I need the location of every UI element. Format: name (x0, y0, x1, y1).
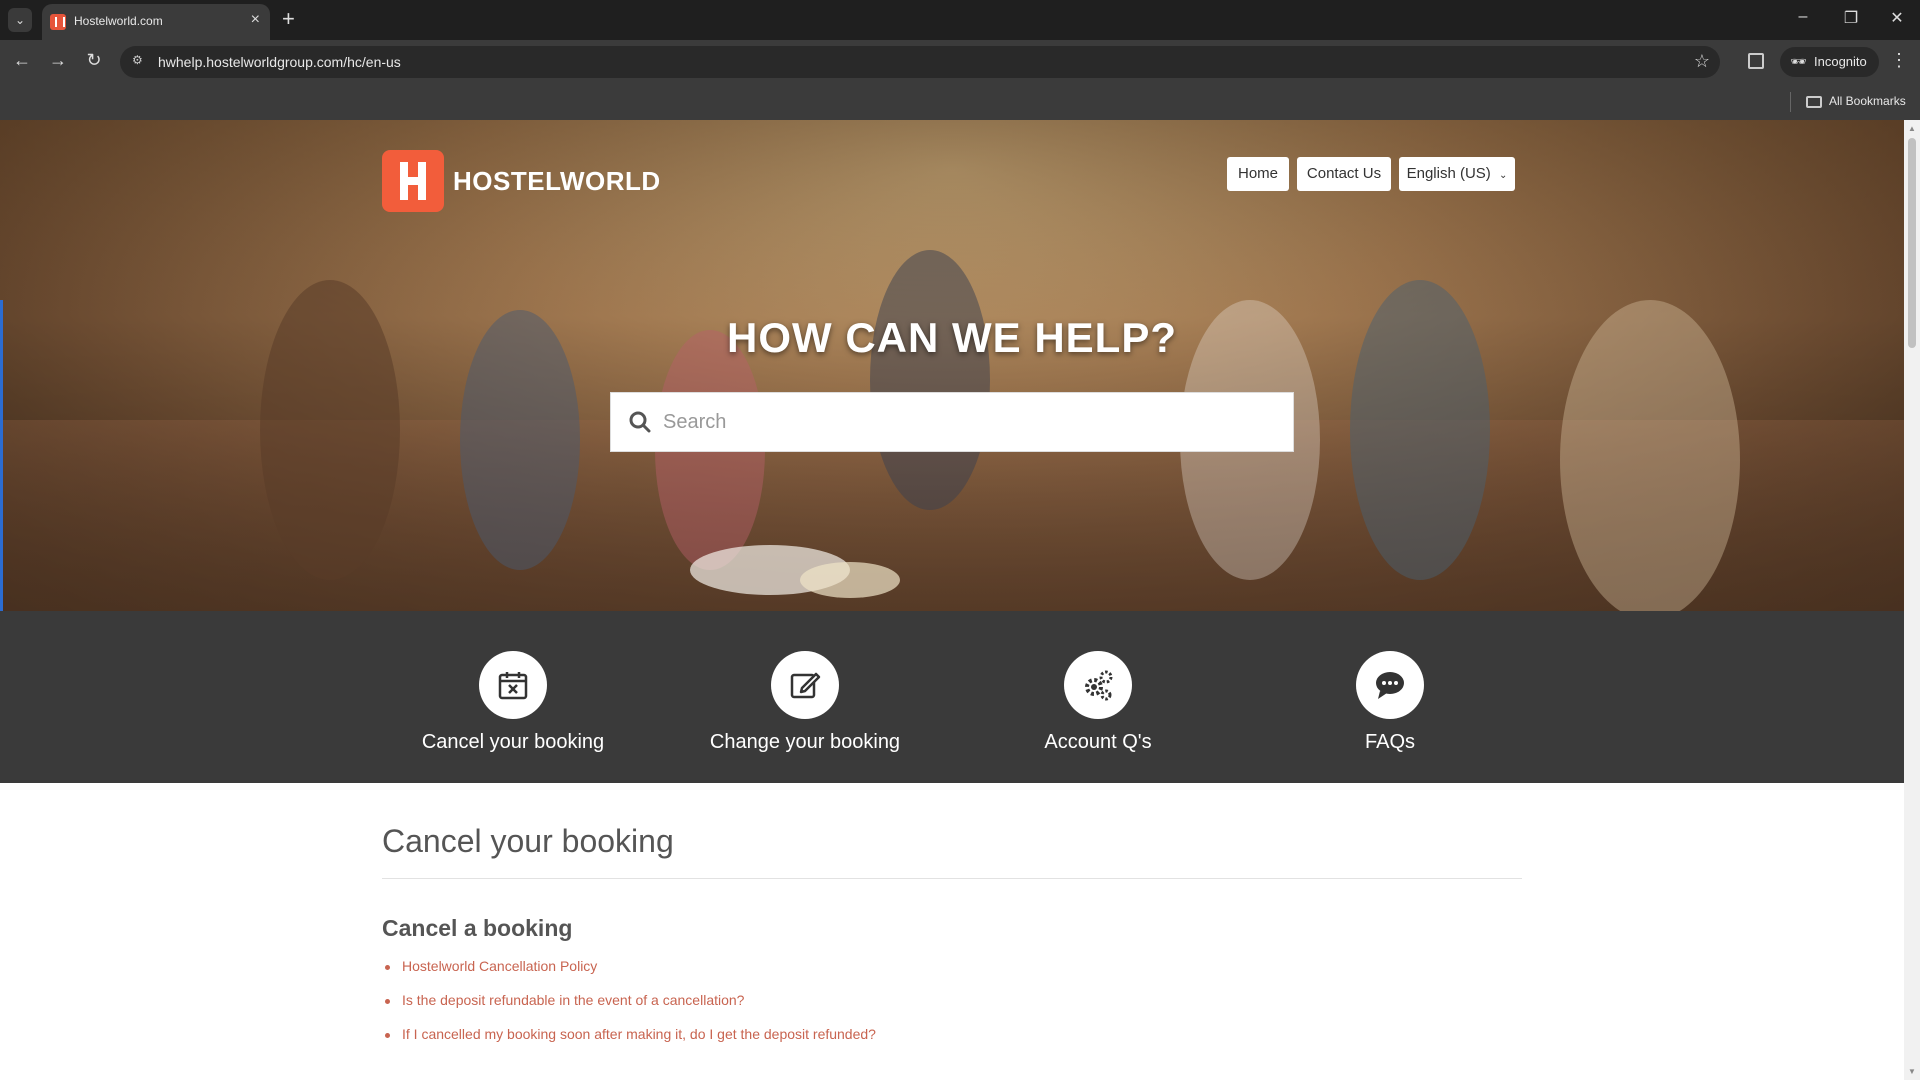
url-text[interactable]: hwhelp.hostelworldgroup.com/hc/en-us (158, 54, 401, 70)
minimize-icon[interactable]: – (1788, 8, 1818, 26)
page: HOSTELWORLD Home Contact Us English (US)… (0, 120, 1904, 1080)
browser-tabbar: ⌄ Hostelworld.com × + – ❐ ✕ (0, 0, 1920, 40)
list-item: Is the deposit refundable in the event o… (382, 992, 1522, 1026)
bookmark-star-icon[interactable]: ☆ (1694, 51, 1710, 72)
category-label: Account Q's (1044, 731, 1152, 753)
reload-icon[interactable]: ↻ (82, 50, 106, 71)
home-button[interactable]: Home (1227, 157, 1289, 191)
article-link[interactable]: Is the deposit refundable in the event o… (402, 992, 744, 1008)
side-panel-icon[interactable] (1748, 53, 1764, 69)
section-divider (382, 878, 1522, 879)
calendar-cancel-icon (498, 672, 528, 700)
category-icon-circle (1356, 651, 1424, 719)
hostelworld-favicon-icon (50, 14, 66, 30)
hero-title: HOW CAN WE HELP? (727, 314, 1177, 361)
hero-banner: HOSTELWORLD Home Contact Us English (US)… (0, 120, 1904, 611)
language-select-label: English (US) (1406, 165, 1491, 182)
content-section: Cancel your booking Cancel a booking Hos… (382, 823, 1522, 1060)
chevron-down-icon: ⌄ (1498, 170, 1508, 181)
browser-tab[interactable]: Hostelworld.com × (42, 4, 270, 40)
bookmarks-divider (1790, 92, 1791, 112)
all-bookmarks-link[interactable]: All Bookmarks (1829, 94, 1906, 108)
tab-list-button[interactable]: ⌄ (8, 8, 32, 32)
category-icon-circle (771, 651, 839, 719)
list-item: If I cancelled my booking soon after mak… (382, 1026, 1522, 1060)
scrollbar-thumb[interactable] (1908, 138, 1916, 348)
article-link[interactable]: Hostelworld Cancellation Policy (402, 958, 597, 974)
section-heading[interactable]: Cancel your booking (382, 823, 1522, 860)
hostelworld-logo-icon[interactable] (382, 150, 444, 212)
scroll-down-icon[interactable]: ▼ (1908, 1067, 1916, 1076)
window-close-icon[interactable]: ✕ (1882, 8, 1912, 28)
browser-menu-icon[interactable]: ⋮ (1890, 50, 1908, 71)
contact-us-button[interactable]: Contact Us (1297, 157, 1391, 191)
incognito-label: Incognito (1814, 54, 1867, 69)
category-label: FAQs (1364, 731, 1415, 753)
category-icon-circle (1064, 651, 1132, 719)
article-list: Hostelworld Cancellation Policy Is the d… (382, 958, 1522, 1060)
search-box[interactable] (610, 392, 1294, 452)
bookmarks-bar: All Bookmarks (0, 84, 1920, 120)
category-band: Cancel your booking Change your booking (0, 611, 1904, 783)
restore-icon[interactable]: ❐ (1836, 8, 1866, 28)
address-bar[interactable]: ⚙ hwhelp.hostelworldgroup.com/hc/en-us ☆ (120, 46, 1720, 78)
site-info-icon[interactable]: ⚙ (132, 53, 150, 71)
new-tab-button[interactable]: + (282, 6, 295, 32)
browser-toolbar: ← → ↻ ⚙ hwhelp.hostelworldgroup.com/hc/e… (0, 40, 1920, 84)
incognito-icon: 🕶 (1790, 54, 1807, 69)
tab-close-icon[interactable]: × (251, 11, 260, 29)
search-icon (629, 411, 651, 433)
page-scrollbar[interactable]: ▲ ▼ (1904, 120, 1920, 1080)
article-link[interactable]: If I cancelled my booking soon after mak… (402, 1026, 876, 1042)
search-input[interactable] (663, 393, 1283, 451)
edit-icon (790, 672, 821, 699)
category-change-booking[interactable]: Change your booking (685, 651, 925, 761)
category-cancel-booking[interactable]: Cancel your booking (393, 651, 633, 761)
scroll-up-icon[interactable]: ▲ (1908, 124, 1916, 133)
chat-bubble-icon (1376, 672, 1404, 699)
forward-icon[interactable]: → (46, 50, 70, 71)
category-icon-circle (479, 651, 547, 719)
category-label: Change your booking (709, 731, 901, 753)
language-select[interactable]: English (US) ⌄ (1399, 157, 1515, 191)
tab-title: Hostelworld.com (74, 14, 163, 28)
folder-icon[interactable] (1806, 96, 1822, 108)
list-item: Hostelworld Cancellation Policy (382, 958, 1522, 992)
back-icon[interactable]: ← (10, 50, 34, 71)
incognito-badge[interactable]: 🕶 Incognito (1780, 47, 1879, 77)
brand-name[interactable]: HOSTELWORLD (453, 166, 661, 197)
category-account[interactable]: Account Q's (978, 651, 1218, 761)
category-label: Cancel your booking (421, 731, 605, 753)
gears-icon (1085, 670, 1113, 701)
category-faqs[interactable]: FAQs (1270, 651, 1510, 761)
subsection-heading[interactable]: Cancel a booking (382, 915, 1522, 942)
